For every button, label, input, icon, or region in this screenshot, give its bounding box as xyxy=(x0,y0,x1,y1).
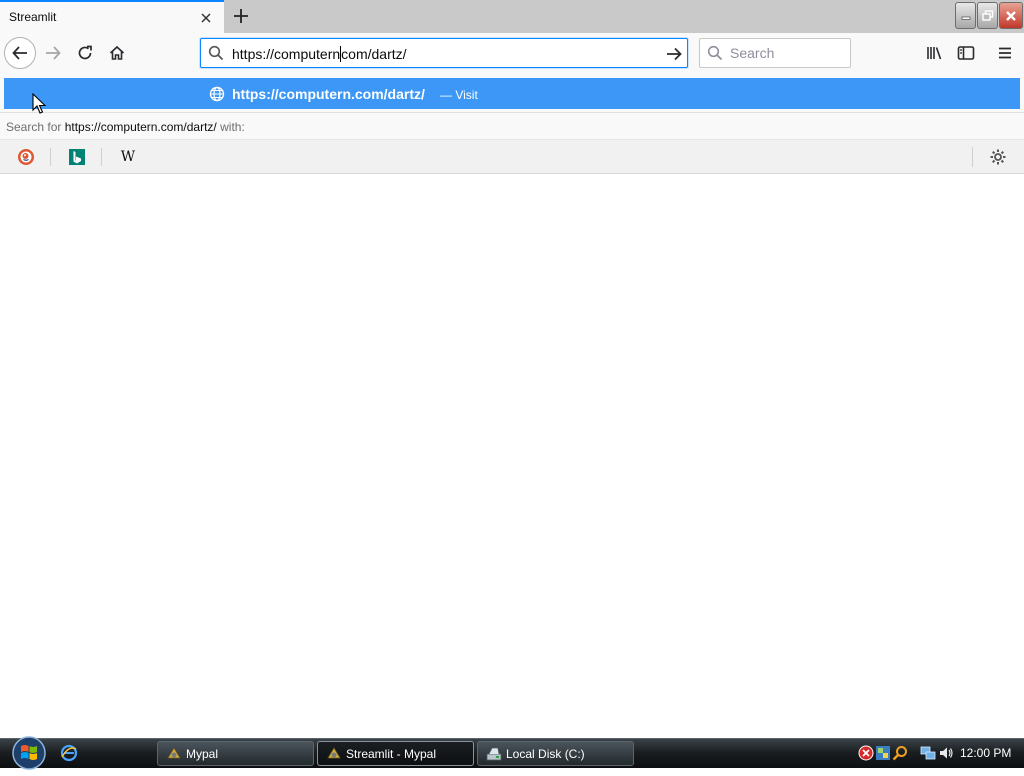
url-input[interactable]: https://computerncom/dartz/ xyxy=(232,46,407,62)
tab-streamlit[interactable]: Streamlit xyxy=(0,0,224,33)
system-tray: 12:00 PM xyxy=(850,740,1024,767)
search-for-suffix: with: xyxy=(220,120,245,134)
clock[interactable]: 12:00 PM xyxy=(960,746,1011,760)
url-text-after-caret: com/dartz/ xyxy=(341,46,407,62)
home-button[interactable] xyxy=(104,40,130,66)
url-autocomplete-popup: https://computern.com/dartz/ — Visit Sea… xyxy=(0,74,1024,174)
back-button[interactable] xyxy=(4,37,36,69)
search-for-prefix: Search for xyxy=(6,120,62,134)
taskbar-button-streamlit-mypal[interactable]: Streamlit - Mypal xyxy=(317,741,474,766)
tab-title: Streamlit xyxy=(9,10,57,24)
search-icon xyxy=(208,45,224,66)
sidebar-toggle-button[interactable] xyxy=(953,40,979,66)
gear-icon[interactable] xyxy=(987,146,1009,168)
taskbar-button-label: Local Disk (C:) xyxy=(506,747,585,761)
taskbar-button-label: Mypal xyxy=(186,747,219,761)
security-alert-icon[interactable] xyxy=(858,745,874,761)
new-tab-button[interactable] xyxy=(229,4,253,28)
engine-divider xyxy=(50,148,51,166)
search-icon xyxy=(707,45,723,66)
wikipedia-icon[interactable]: W xyxy=(117,146,139,168)
mypal-icon xyxy=(326,746,342,765)
bing-icon[interactable] xyxy=(66,146,88,168)
popup-divider xyxy=(0,112,1024,113)
forward-button[interactable] xyxy=(40,40,66,66)
duckduckgo-icon[interactable] xyxy=(15,146,37,168)
start-button[interactable] xyxy=(9,735,49,771)
internet-explorer-icon[interactable] xyxy=(60,744,78,762)
close-window-button[interactable] xyxy=(999,2,1023,29)
search-icon[interactable] xyxy=(892,745,908,761)
mypal-icon xyxy=(166,746,182,765)
network-app-icon[interactable] xyxy=(875,745,891,761)
suggestion-url: https://computern.com/dartz/ xyxy=(232,86,425,102)
search-for-label: Search for https://computern.com/dartz/ … xyxy=(6,120,245,134)
search-for-query: https://computern.com/dartz/ xyxy=(64,120,217,134)
autocomplete-suggestion-row[interactable]: https://computern.com/dartz/ — Visit xyxy=(4,78,1020,109)
suggestion-action: — Visit xyxy=(440,88,478,102)
tab-close-icon[interactable] xyxy=(196,8,216,28)
one-off-search-engines: W xyxy=(0,139,1024,173)
volume-icon[interactable] xyxy=(938,745,954,761)
windows-logo-icon xyxy=(12,736,46,770)
search-input[interactable] xyxy=(730,43,845,63)
library-button[interactable] xyxy=(922,40,948,66)
home-icon xyxy=(109,45,125,60)
engine-divider xyxy=(972,147,973,167)
menu-button[interactable] xyxy=(992,40,1018,66)
page-content xyxy=(0,174,1024,738)
forward-arrow-icon xyxy=(46,46,61,60)
url-text-before-caret: https://computern xyxy=(232,46,341,62)
back-arrow-icon xyxy=(12,46,27,60)
go-arrow-icon[interactable] xyxy=(663,43,685,65)
tab-strip: Streamlit xyxy=(0,0,1024,33)
hamburger-menu-icon xyxy=(999,47,1011,59)
taskbar-button-label: Streamlit - Mypal xyxy=(346,747,437,761)
url-bar[interactable]: https://computerncom/dartz/ xyxy=(200,38,688,68)
globe-icon xyxy=(209,86,225,107)
mouse-cursor-icon xyxy=(32,92,47,120)
network-icon[interactable] xyxy=(920,745,936,761)
taskbar-button-mypal[interactable]: Mypal xyxy=(157,741,314,766)
taskbar: Mypal Streamlit - Mypal Local Disk (C:) … xyxy=(0,735,1024,771)
restore-button[interactable] xyxy=(977,2,998,29)
reload-button[interactable] xyxy=(72,40,98,66)
library-icon xyxy=(927,47,942,60)
minimize-button[interactable] xyxy=(955,2,976,29)
search-bar[interactable] xyxy=(699,38,851,68)
reload-icon xyxy=(78,45,92,60)
sidebar-icon xyxy=(957,46,975,60)
taskbar-button-local-disk[interactable]: Local Disk (C:) xyxy=(477,741,634,766)
navigation-toolbar: https://computerncom/dartz/ xyxy=(0,33,1024,74)
drive-icon xyxy=(486,746,502,765)
engine-divider xyxy=(101,148,102,166)
